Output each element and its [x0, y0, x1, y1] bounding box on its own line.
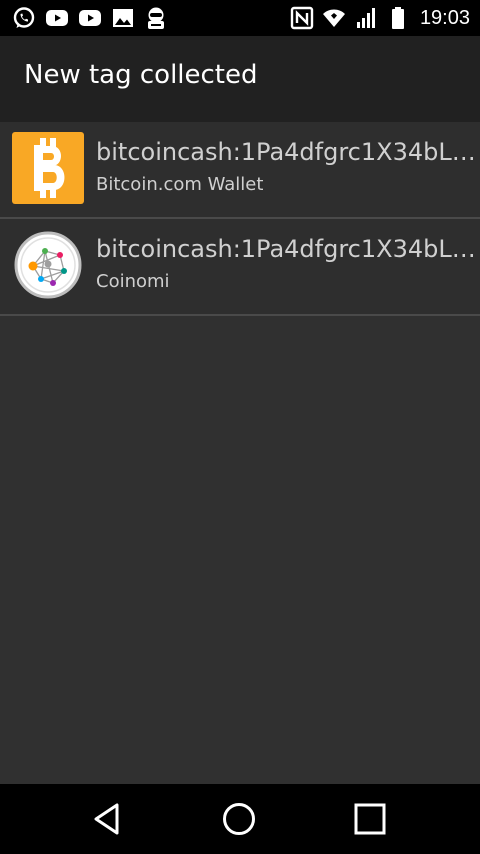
notification-icons: [12, 6, 168, 30]
app-bar: New tag collected: [0, 36, 480, 122]
bitcoin-icon: [12, 132, 84, 204]
list-item-title: bitcoincash:1Pa4dfgrc1X34bL…: [96, 235, 476, 263]
app-chooser-list: bitcoincash:1Pa4dfgrc1X34bL… Bitcoin.com…: [0, 122, 480, 316]
system-icons: 19:03: [290, 6, 470, 30]
back-button[interactable]: [88, 799, 128, 839]
navigation-bar: [0, 784, 480, 854]
wifi-icon: [322, 6, 346, 30]
signal-icon: [354, 6, 378, 30]
recents-button[interactable]: [350, 799, 390, 839]
whatsapp-icon: [12, 6, 36, 30]
back-icon: [94, 803, 119, 835]
page-title: New tag collected: [24, 60, 258, 90]
list-item-app-name: Coinomi: [96, 271, 170, 292]
battery-icon: [386, 6, 410, 30]
list-item-app-name: Bitcoin.com Wallet: [96, 174, 264, 195]
list-item-title: bitcoincash:1Pa4dfgrc1X34bL…: [96, 138, 476, 166]
recents-icon: [354, 803, 386, 835]
coinomi-icon: [12, 229, 84, 301]
home-icon: [223, 803, 255, 835]
youtube-icon: [78, 6, 102, 30]
home-button[interactable]: [219, 799, 259, 839]
youtube-icon: [45, 6, 69, 30]
clock: 19:03: [419, 6, 470, 29]
nfc-icon: [290, 6, 314, 30]
list-item-bitcoin-wallet[interactable]: bitcoincash:1Pa4dfgrc1X34bL… Bitcoin.com…: [0, 122, 480, 219]
list-item-coinomi[interactable]: bitcoincash:1Pa4dfgrc1X34bL… Coinomi: [0, 219, 480, 316]
app-notification-icon: [144, 6, 168, 30]
status-bar: 19:03: [0, 0, 480, 36]
gallery-icon: [111, 6, 135, 30]
